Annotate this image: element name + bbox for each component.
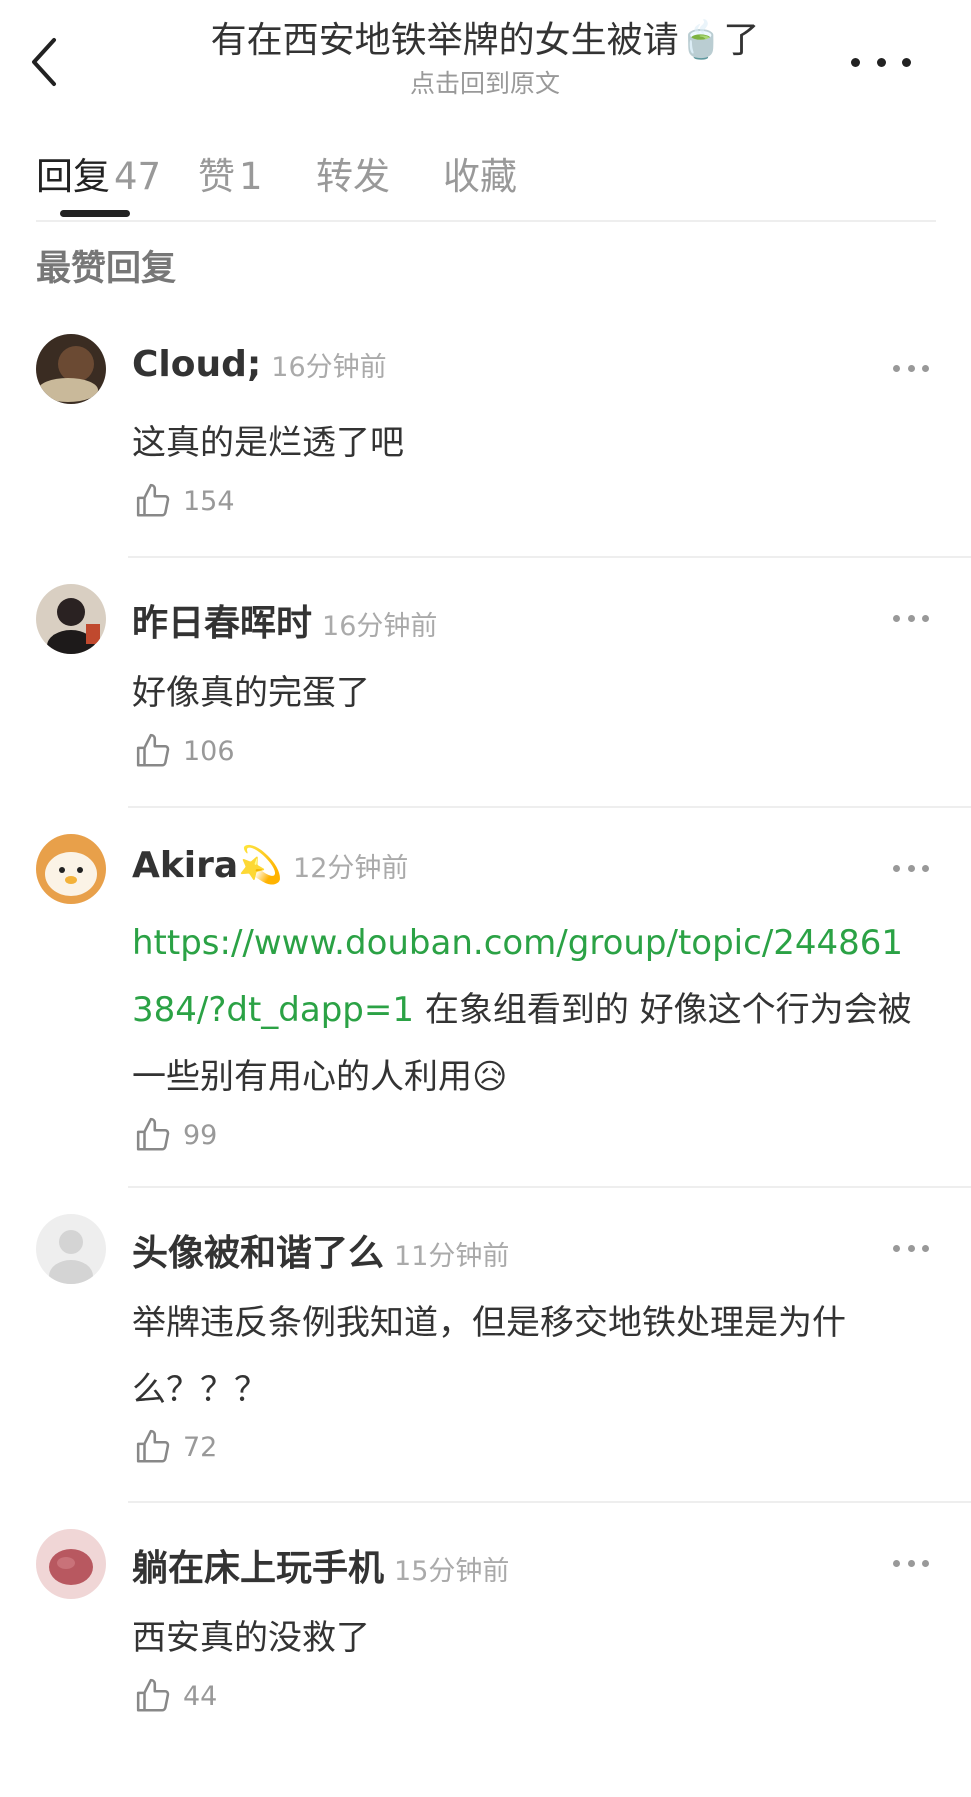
avatar[interactable]	[36, 584, 106, 654]
comment-more-button[interactable]	[893, 362, 929, 374]
divider	[128, 806, 971, 808]
comment-more-button[interactable]	[893, 862, 929, 874]
tab-likes[interactable]: 赞1	[198, 146, 263, 200]
more-options-button[interactable]	[851, 42, 911, 82]
timestamp: 11分钟前	[394, 1241, 510, 1272]
avatar-image	[36, 834, 106, 904]
comment-more-button[interactable]	[893, 612, 929, 624]
thumbs-up-icon	[136, 1678, 170, 1712]
tab-favorites[interactable]: 收藏	[443, 146, 517, 200]
comment-text: 西安真的没救了	[132, 1618, 370, 1658]
top-bar: 有在西安地铁举牌的女生被请🍵了 点击回到原文	[0, 0, 971, 110]
avatar[interactable]	[36, 834, 106, 904]
divider	[128, 1186, 971, 1188]
thumbs-up-icon	[136, 1429, 170, 1463]
comment-more-button[interactable]	[893, 1242, 929, 1254]
like-button[interactable]: 72	[135, 1428, 217, 1466]
more-dot-icon	[876, 57, 886, 67]
more-dot-icon	[851, 57, 860, 67]
thumbs-up-icon	[136, 1117, 170, 1151]
username[interactable]: 头像被和谐了么	[132, 1233, 384, 1274]
avatar[interactable]	[36, 1214, 106, 1284]
like-button[interactable]: 106	[135, 732, 235, 770]
timestamp: 15分钟前	[394, 1556, 510, 1587]
section-title: 最赞回复	[36, 249, 177, 289]
title-area[interactable]: 有在西安地铁举牌的女生被请🍵了 点击回到原文	[160, 18, 810, 100]
divider	[128, 556, 971, 558]
tab-count: 1	[239, 155, 263, 198]
comment-header: Akira💫 12分钟前	[132, 844, 408, 886]
thumbs-up-icon	[136, 483, 170, 517]
default-avatar-icon	[36, 1214, 106, 1284]
comment-text: https://www.douban.com/group/topic/24486…	[132, 910, 912, 1111]
tab-reposts[interactable]: 转发	[316, 146, 390, 200]
tab-label: 回复	[36, 155, 110, 198]
comment-text: 这真的是烂透了吧	[132, 423, 404, 463]
like-count: 99	[183, 1119, 218, 1151]
chevron-left-icon	[32, 38, 56, 86]
like-count: 106	[183, 735, 235, 767]
comment-header: 昨日春晖时 16分钟前	[132, 594, 437, 646]
divider	[128, 1501, 971, 1503]
comment-more-button[interactable]	[893, 1557, 929, 1569]
divider	[36, 220, 936, 222]
like-button[interactable]: 99	[135, 1116, 217, 1154]
like-count: 72	[183, 1431, 218, 1463]
like-count: 44	[183, 1680, 218, 1712]
tab-label: 转发	[316, 155, 390, 198]
comment-text: 好像真的完蛋了	[132, 673, 370, 713]
timestamp: 16分钟前	[322, 611, 438, 642]
username[interactable]: 昨日春晖时	[132, 603, 312, 644]
avatar-image	[36, 334, 106, 404]
comment-header: 躺在床上玩手机 15分钟前	[132, 1539, 509, 1591]
active-tab-indicator	[60, 210, 130, 217]
username[interactable]: Akira💫	[132, 845, 283, 886]
avatar[interactable]	[36, 1529, 106, 1599]
tab-replies[interactable]: 回复 47	[36, 146, 161, 200]
comment-text: 举牌违反条例我知道，但是移交地铁处理是为什么？？？	[132, 1303, 846, 1410]
comment-header: 头像被和谐了么 11分钟前	[132, 1224, 509, 1276]
like-button[interactable]: 154	[135, 482, 235, 520]
avatar[interactable]	[36, 334, 106, 404]
tab-label: 收藏	[443, 155, 517, 198]
username[interactable]: 躺在床上玩手机	[132, 1548, 384, 1589]
avatar-image	[36, 1529, 106, 1599]
tab-bar: 回复 47 赞1 转发 收藏	[36, 138, 936, 218]
page-title[interactable]: 有在西安地铁举牌的女生被请🍵了	[160, 18, 810, 64]
back-to-original-link[interactable]: 点击回到原文	[160, 68, 810, 100]
timestamp: 16分钟前	[271, 352, 387, 383]
username[interactable]: Cloud;	[132, 344, 261, 385]
timestamp: 12分钟前	[293, 853, 409, 884]
like-button[interactable]: 44	[135, 1677, 217, 1715]
avatar-image	[36, 584, 106, 654]
comment-header: Cloud; 16分钟前	[132, 344, 387, 385]
back-button[interactable]	[26, 32, 66, 92]
tab-count: 47	[114, 155, 162, 198]
more-dot-icon	[902, 57, 911, 67]
thumbs-up-icon	[136, 733, 170, 767]
tab-label: 赞	[198, 155, 235, 198]
like-count: 154	[183, 485, 235, 517]
